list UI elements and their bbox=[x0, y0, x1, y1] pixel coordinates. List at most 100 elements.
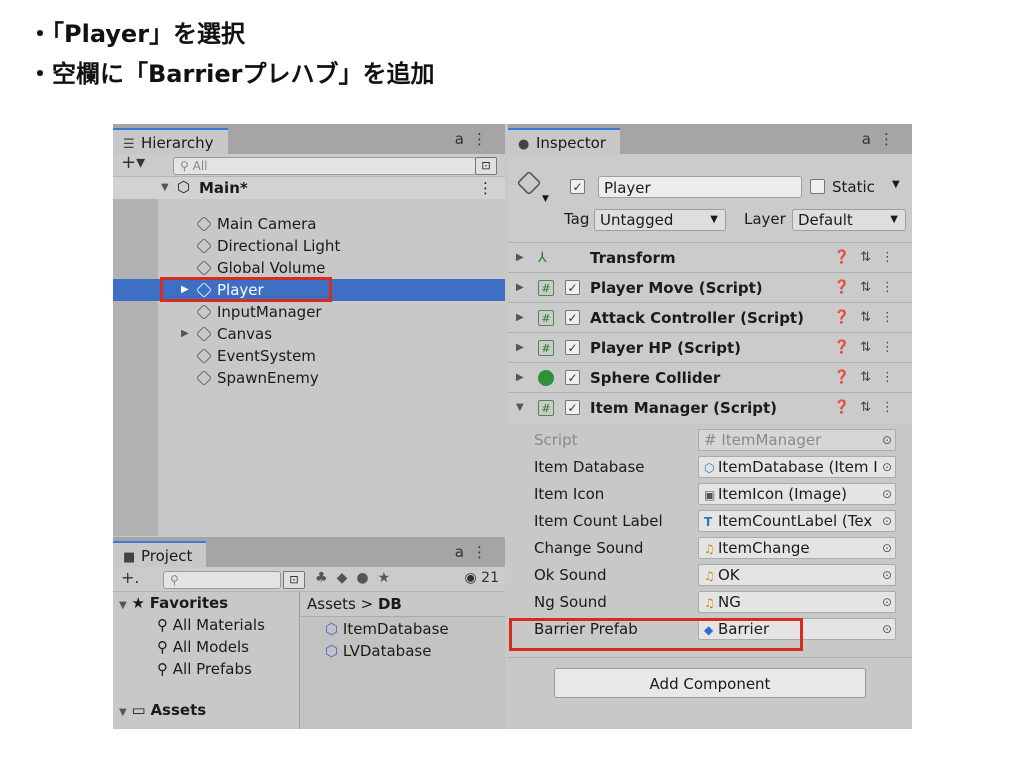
object-picker-icon[interactable]: ⊙ bbox=[882, 619, 892, 639]
kebab-menu-icon[interactable]: ⋮ bbox=[472, 130, 495, 148]
ok-sound-field-value[interactable]: ♫ OK ⊙ bbox=[698, 564, 896, 586]
component-sphere-collider[interactable]: ▶ ✓ Sphere Collider ❓⇅⋮ bbox=[508, 362, 912, 393]
favorite-all-materials[interactable]: ⚲ All Materials bbox=[157, 614, 265, 636]
asset-lvdatabase[interactable]: ⬡ LVDatabase bbox=[325, 640, 431, 662]
kebab-menu-icon[interactable]: ⋮ bbox=[881, 250, 904, 265]
expand-arrow-icon[interactable]: ▶ bbox=[516, 273, 524, 303]
preset-icon[interactable]: ⇅ bbox=[860, 370, 881, 385]
kebab-menu-icon[interactable]: ⋮ bbox=[472, 543, 495, 561]
breadcrumb-assets[interactable]: Assets bbox=[307, 595, 356, 613]
expand-arrow-icon[interactable]: ▶ bbox=[181, 323, 189, 345]
field-ok-sound[interactable]: Ok Sound ♫ OK ⊙ bbox=[508, 562, 912, 589]
preset-icon[interactable]: ⇅ bbox=[860, 250, 881, 265]
component-item-manager[interactable]: ▼ # ✓ Item Manager (Script) ❓⇅⋮ bbox=[508, 392, 912, 423]
component-enabled-checkbox[interactable]: ✓ bbox=[565, 340, 580, 355]
component-enabled-checkbox[interactable]: ✓ bbox=[565, 310, 580, 325]
change-sound-field-value[interactable]: ♫ ItemChange ⊙ bbox=[698, 537, 896, 559]
expand-arrow-icon[interactable]: ▶ bbox=[516, 303, 524, 333]
filter-by-label-icon[interactable]: ◆ bbox=[337, 570, 357, 586]
hidden-packages-count[interactable]: ◉ 21 bbox=[465, 570, 500, 586]
tab-inspector[interactable]: ● Inspector bbox=[508, 128, 620, 154]
object-picker-icon[interactable]: ⊙ bbox=[882, 457, 892, 477]
static-checkbox[interactable] bbox=[810, 179, 825, 194]
preset-icon[interactable]: ⇅ bbox=[860, 340, 881, 355]
preset-icon[interactable]: ⇅ bbox=[860, 280, 881, 295]
expand-arrow-icon[interactable]: ▶ bbox=[516, 333, 524, 363]
filter-by-type-icon[interactable]: ♣ bbox=[315, 570, 337, 586]
expand-arrow-icon[interactable]: ▶ bbox=[516, 243, 524, 273]
scene-row[interactable]: ▼ ⬡ Main* ⋮ bbox=[113, 177, 505, 199]
field-item-count-label[interactable]: Item Count Label T ItemCountLabel (Tex ⊙ bbox=[508, 508, 912, 535]
help-icon[interactable]: ❓ bbox=[834, 250, 860, 265]
kebab-menu-icon[interactable]: ⋮ bbox=[881, 340, 904, 355]
hierarchy-item-directional-light[interactable]: Directional Light bbox=[113, 235, 505, 257]
favorite-all-prefabs[interactable]: ⚲ All Prefabs bbox=[157, 658, 252, 680]
object-picker-icon[interactable]: ⊙ bbox=[882, 538, 892, 558]
object-name-field[interactable]: Player bbox=[598, 176, 802, 198]
object-picker-icon[interactable]: ⊙ bbox=[882, 565, 892, 585]
component-tools[interactable]: ❓⇅⋮ bbox=[834, 333, 904, 363]
add-component-button[interactable]: Add Component bbox=[554, 668, 866, 698]
scene-menu-icon[interactable]: ⋮ bbox=[478, 177, 493, 199]
field-change-sound[interactable]: Change Sound ♫ ItemChange ⊙ bbox=[508, 535, 912, 562]
ng-sound-field-value[interactable]: ♫ NG ⊙ bbox=[698, 591, 896, 613]
search-filter-button[interactable]: ⊡ bbox=[475, 157, 497, 175]
hierarchy-item-global-volume[interactable]: Global Volume bbox=[113, 257, 505, 279]
kebab-menu-icon[interactable]: ⋮ bbox=[881, 400, 904, 415]
expand-arrow-icon[interactable]: ▼ bbox=[161, 182, 169, 193]
component-enabled-checkbox[interactable]: ✓ bbox=[565, 400, 580, 415]
item-icon-field-value[interactable]: ▣ ItemIcon (Image) ⊙ bbox=[698, 483, 896, 505]
project-tab-tools[interactable]: a⋮ bbox=[455, 543, 495, 561]
help-icon[interactable]: ❓ bbox=[834, 340, 860, 355]
assets-folder[interactable]: ▼ ▭ Assets bbox=[119, 699, 206, 724]
inspector-tab-tools[interactable]: a⋮ bbox=[862, 130, 902, 148]
field-ng-sound[interactable]: Ng Sound ♫ NG ⊙ bbox=[508, 589, 912, 616]
icon-dropdown-caret[interactable]: ▼ bbox=[542, 194, 549, 204]
component-player-hp[interactable]: ▶ # ✓ Player HP (Script) ❓⇅⋮ bbox=[508, 332, 912, 363]
tab-project[interactable]: ■ Project bbox=[113, 541, 207, 567]
filter-by-package-icon[interactable]: ● bbox=[356, 570, 377, 586]
item-count-label-field-value[interactable]: T ItemCountLabel (Tex ⊙ bbox=[698, 510, 896, 532]
asset-itemdatabase[interactable]: ⬡ ItemDatabase bbox=[325, 618, 449, 640]
kebab-menu-icon[interactable]: ⋮ bbox=[881, 370, 904, 385]
field-item-icon[interactable]: Item Icon ▣ ItemIcon (Image) ⊙ bbox=[508, 481, 912, 508]
breadcrumb-db[interactable]: DB bbox=[378, 595, 402, 613]
hierarchy-search-input[interactable]: ⚲ All bbox=[173, 157, 476, 175]
component-enabled-checkbox[interactable]: ✓ bbox=[565, 280, 580, 295]
search-filter-button[interactable]: ⊡ bbox=[283, 571, 305, 589]
component-transform[interactable]: ▶ ⅄ Transform ❓⇅⋮ bbox=[508, 242, 912, 273]
static-dropdown-caret[interactable]: ▼ bbox=[892, 179, 900, 190]
hierarchy-tab-tools[interactable]: a⋮ bbox=[455, 130, 495, 148]
expand-arrow-icon[interactable]: ▼ bbox=[119, 707, 127, 718]
hierarchy-item-main-camera[interactable]: Main Camera bbox=[113, 213, 505, 235]
help-icon[interactable]: ❓ bbox=[834, 310, 860, 325]
hierarchy-item-spawnenemy[interactable]: SpawnEnemy bbox=[113, 367, 505, 389]
lock-icon[interactable]: a bbox=[455, 130, 472, 148]
tag-dropdown[interactable]: Untagged ▼ bbox=[594, 209, 726, 231]
field-item-database[interactable]: Item Database ⬡ ItemDatabase (Item I ⊙ bbox=[508, 454, 912, 481]
layer-dropdown[interactable]: Default ▼ bbox=[792, 209, 906, 231]
project-search-input[interactable]: ⚲ bbox=[163, 571, 281, 589]
favorite-star-icon[interactable]: ★ bbox=[378, 570, 400, 586]
component-tools[interactable]: ❓⇅⋮ bbox=[834, 363, 904, 393]
tab-hierarchy[interactable]: ☰ Hierarchy bbox=[113, 128, 228, 154]
project-create-button[interactable]: +. bbox=[121, 568, 140, 587]
object-picker-icon[interactable]: ⊙ bbox=[882, 484, 892, 504]
object-picker-icon[interactable]: ⊙ bbox=[882, 511, 892, 531]
expand-arrow-icon[interactable]: ▶ bbox=[516, 363, 524, 393]
preset-icon[interactable]: ⇅ bbox=[860, 400, 881, 415]
hierarchy-item-eventsystem[interactable]: EventSystem bbox=[113, 345, 505, 367]
preset-icon[interactable]: ⇅ bbox=[860, 310, 881, 325]
help-icon[interactable]: ❓ bbox=[834, 370, 860, 385]
favorite-all-models[interactable]: ⚲ All Models bbox=[157, 636, 249, 658]
create-button[interactable]: +▾ bbox=[121, 152, 145, 173]
lock-icon[interactable]: a bbox=[455, 543, 472, 561]
help-icon[interactable]: ❓ bbox=[834, 400, 860, 415]
project-filter-icons[interactable]: ♣◆●★ bbox=[315, 570, 399, 586]
expand-arrow-icon[interactable]: ▼ bbox=[119, 600, 127, 611]
kebab-menu-icon[interactable]: ⋮ bbox=[881, 310, 904, 325]
component-tools[interactable]: ❓⇅⋮ bbox=[834, 273, 904, 303]
component-tools[interactable]: ❓⇅⋮ bbox=[834, 393, 904, 423]
component-tools[interactable]: ❓⇅⋮ bbox=[834, 243, 904, 273]
component-player-move[interactable]: ▶ # ✓ Player Move (Script) ❓⇅⋮ bbox=[508, 272, 912, 303]
